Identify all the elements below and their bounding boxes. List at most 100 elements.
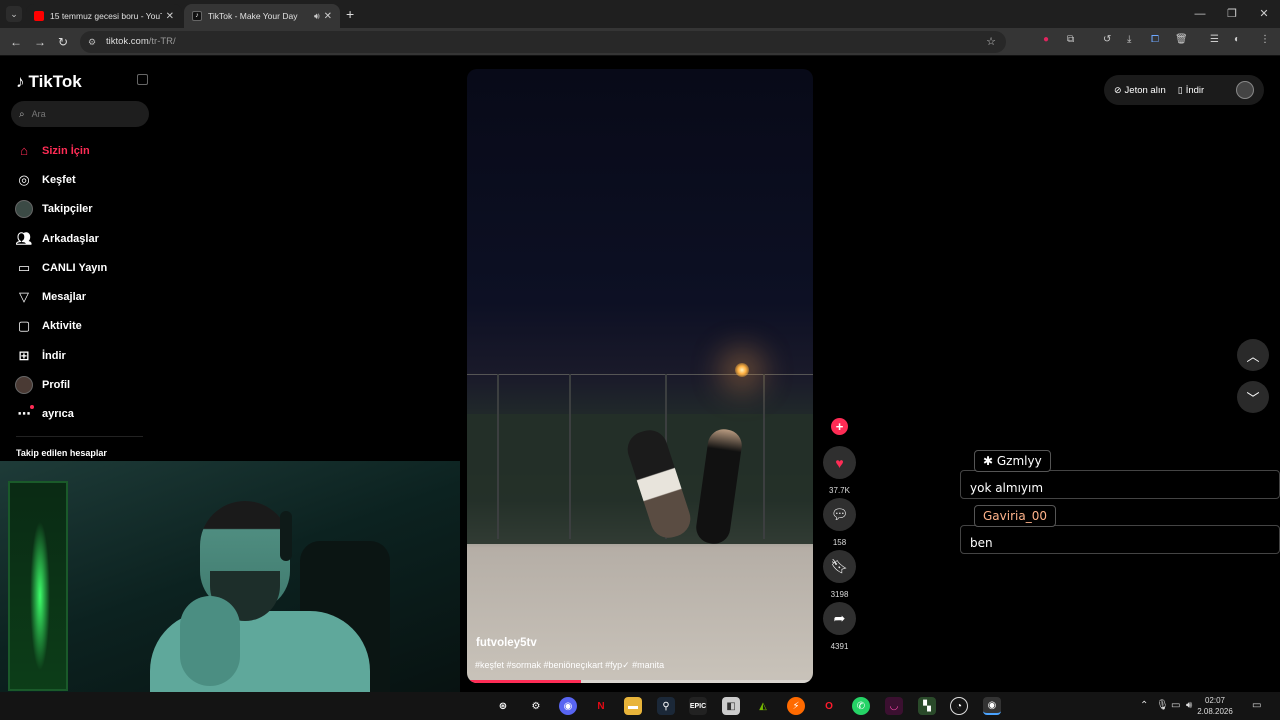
save-button[interactable]: 🔖︎ 3198 (823, 550, 856, 599)
close-tab-icon[interactable]: ✕ (324, 11, 332, 22)
headset (280, 511, 292, 561)
tab-title: TikTok - Make Your Day (208, 11, 298, 21)
comment-button[interactable]: 💬︎ 158 (823, 498, 856, 547)
address-bar[interactable]: ⚙ tiktok.com/tr-TR/ ☆ (80, 31, 1006, 53)
tray-arrow-icon[interactable]: ⌃ (1140, 692, 1148, 720)
obs-icon[interactable]: ◔ (950, 697, 968, 715)
download-icon[interactable]: ⤓ (1127, 34, 1131, 45)
user-avatar[interactable] (1236, 81, 1254, 99)
chat-username-box: ✱ Gzmlyy (974, 450, 1051, 472)
sidebar-item-profile[interactable]: Profil (14, 370, 154, 399)
tab-youtube[interactable]: 15 temmuz gecesi boru - YouTu ✕ (26, 4, 182, 28)
volume-icon[interactable]: 🔊︎ (1186, 692, 1192, 720)
translate-icon[interactable]: ⧠ (1151, 34, 1159, 45)
youtube-icon (34, 11, 44, 21)
next-video-button[interactable]: ﹀ (1237, 381, 1269, 413)
tab-search-icon[interactable]: ⌄ (6, 6, 22, 22)
app-green-icon[interactable]: ▚ (918, 697, 936, 715)
forward-icon[interactable]: → (34, 35, 46, 49)
window-controls: — ❐ ✕ (1184, 0, 1280, 28)
get-coins-button[interactable]: ⊘ Jeton alın (1114, 85, 1166, 96)
sidebar-item-label: ayrıca (42, 408, 74, 421)
network-icon[interactable]: ▭ (1171, 692, 1180, 720)
video-author[interactable]: futvoley5tv (476, 637, 537, 649)
reading-list-icon[interactable]: ☰ (1210, 34, 1219, 45)
file-explorer-icon[interactable]: ▬ (624, 697, 642, 715)
close-tab-icon[interactable]: ✕ (166, 11, 174, 22)
sidebar-item-download[interactable]: ⊞ İndir (14, 341, 154, 370)
system-clock[interactable]: 02:07 2.08.2026 (1196, 695, 1234, 717)
opera-icon[interactable]: O (820, 697, 838, 715)
sidebar-item-label: Takipçiler (42, 203, 93, 216)
settings-gear-icon[interactable]: ⚙ (527, 697, 545, 715)
speaker-icon[interactable]: 🔊︎ (314, 11, 320, 22)
epic-games-icon[interactable]: EPIC (689, 697, 707, 715)
video-player[interactable]: futvoley5tv #keşfet #sormak #beniöneçıka… (467, 69, 813, 683)
app-icon[interactable]: ◧ (722, 697, 740, 715)
netflix-icon[interactable]: N (592, 697, 610, 715)
sidebar-item-explore[interactable]: ◎ Keşfet (14, 165, 154, 194)
download-app-button[interactable]: ▯ İndir (1178, 85, 1204, 96)
chevron-down-icon: ﹀ (1246, 390, 1260, 406)
browser-tab-bar: ⌄ 15 temmuz gecesi boru - YouTu ✕ ♪ TikT… (0, 0, 1280, 28)
chat-message-text: yok almıyım (960, 470, 1280, 499)
sidebar-item-for-you[interactable]: ⌂ Sizin İçin (14, 136, 154, 165)
download-icon: ⊞ (18, 347, 30, 363)
chrome-icon[interactable]: ◉ (983, 697, 1001, 715)
extension-icon[interactable]: ● (1043, 34, 1049, 45)
restore-icon[interactable]: ❐ (1216, 0, 1248, 28)
tab-tiktok[interactable]: ♪ TikTok - Make Your Day 🔊︎ ✕ (184, 4, 340, 28)
reload-icon[interactable]: ↻ (58, 35, 68, 49)
profile-avatar-icon[interactable]: ◐ (1234, 34, 1240, 45)
windows-taskbar: ⊛ ⚙ ◉ N ▬ ⚲ EPIC ◧ ◭ ⚡ O ✆ ◡ ▚ ◔ ◉ ⌃ 🎙︎ … (0, 692, 1280, 720)
steelseries-icon[interactable]: ⊛ (494, 697, 512, 715)
sidebar-item-more[interactable]: ⋯ ayrıca (14, 400, 154, 429)
app-pink-icon[interactable]: ◡ (885, 697, 903, 715)
fence-wire (467, 374, 813, 375)
download-app-label: İndir (1185, 84, 1205, 96)
avatar-icon (14, 199, 34, 219)
sidebar-item-activity[interactable]: ▢ Aktivite (14, 312, 154, 341)
whatsapp-icon[interactable]: ✆ (852, 697, 870, 715)
menu-kebab-icon[interactable]: ⋮ (1260, 34, 1270, 45)
follow-plus-button[interactable]: + (831, 418, 848, 435)
chat-username: Gzmlyy (996, 454, 1042, 468)
sidebar-item-following[interactable]: Takipçiler (14, 195, 154, 224)
share-button[interactable]: ➦ 4391 (823, 602, 856, 651)
following-accounts-title: Takip edilen hesaplar (16, 448, 107, 458)
coin-icon: ⊘ (1114, 84, 1122, 95)
nvidia-icon[interactable]: ◭ (754, 697, 772, 715)
profile-avatar-icon (14, 375, 34, 395)
history-icon[interactable]: ↺ (1103, 34, 1111, 45)
sidebar-item-friends[interactable]: 👥︎ Arkadaşlar (14, 224, 154, 253)
previous-video-button[interactable]: ︿ (1237, 339, 1269, 371)
url-path: /tr-TR/ (148, 36, 176, 47)
new-tab-button[interactable]: + (346, 6, 354, 22)
video-progress-fill (467, 680, 582, 683)
save-count: 3198 (830, 590, 849, 599)
search-input[interactable]: ⌕ Ara (11, 101, 149, 127)
notification-icon[interactable]: ▭ (1252, 692, 1261, 720)
microphone-icon[interactable]: 🎙︎ (1156, 692, 1169, 720)
send-icon: ▽ (19, 289, 29, 305)
tiktok-logo[interactable]: ♪ TikTok (16, 72, 82, 92)
extensions-puzzle-icon[interactable]: ⧉ (1067, 34, 1074, 45)
trash-icon[interactable]: 🗑︎ (1175, 34, 1188, 45)
collapse-sidebar-icon[interactable] (137, 74, 148, 85)
app-orange-icon[interactable]: ⚡ (787, 697, 805, 715)
discord-icon[interactable]: ◉ (559, 697, 577, 715)
like-button[interactable]: ♥ 37.7K (823, 446, 856, 495)
minimize-icon[interactable]: — (1184, 0, 1216, 28)
sidebar-item-messages[interactable]: ▽ Mesajlar (14, 282, 154, 311)
site-info-icon[interactable]: ⚙ (88, 31, 96, 53)
sidebar-item-live[interactable]: ▭ CANLI Yayın (14, 253, 154, 282)
video-progress-bar[interactable] (467, 680, 813, 683)
bookmark-star-icon[interactable]: ☆ (986, 31, 996, 53)
close-window-icon[interactable]: ✕ (1248, 0, 1280, 28)
video-hashtags[interactable]: #keşfet #sormak #beniöneçıkart #fyp✓ #ma… (475, 660, 664, 671)
sidebar-item-label: Profil (42, 379, 71, 392)
steam-icon[interactable]: ⚲ (657, 697, 675, 715)
back-icon[interactable]: ← (10, 35, 22, 49)
compass-icon: ◎ (18, 171, 30, 187)
clock-date: 2.08.2026 (1197, 707, 1233, 716)
